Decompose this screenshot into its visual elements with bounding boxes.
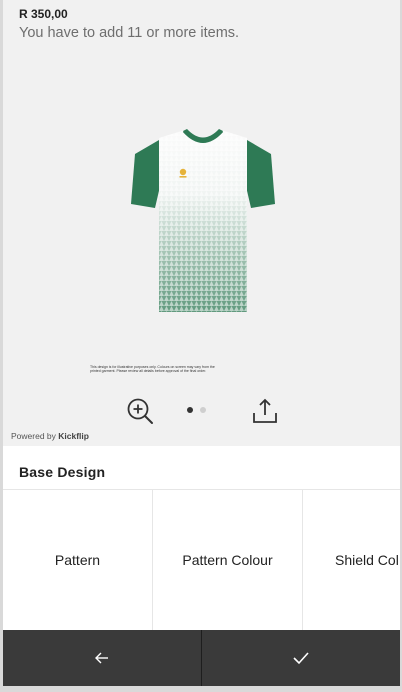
bottom-navigation xyxy=(3,630,400,686)
minimum-quantity-notice: You have to add 11 or more items. xyxy=(19,25,240,41)
section-header: Base Design xyxy=(3,446,400,490)
option-shield-colour[interactable]: Shield Col xyxy=(303,490,400,630)
design-options-list: Pattern Pattern Colour Shield Col xyxy=(3,490,400,630)
bottom-frame-border xyxy=(0,686,402,692)
option-pattern[interactable]: Pattern xyxy=(3,490,153,630)
carousel-indicator xyxy=(187,407,206,413)
option-pattern-colour[interactable]: Pattern Colour xyxy=(153,490,303,630)
jersey-image xyxy=(131,129,275,312)
option-label: Pattern Colour xyxy=(182,552,273,568)
carousel-dot-2[interactable] xyxy=(200,407,206,413)
back-button[interactable] xyxy=(3,630,202,686)
share-icon xyxy=(253,398,277,423)
check-icon xyxy=(293,652,309,665)
powered-brand[interactable]: Kickflip xyxy=(58,431,89,441)
share-button[interactable] xyxy=(250,396,280,426)
zoom-in-icon xyxy=(127,398,153,424)
disclaimer-text: This design is for illustrative purposes… xyxy=(90,365,215,373)
zoom-button[interactable] xyxy=(125,396,155,426)
carousel-dot-1[interactable] xyxy=(187,407,193,413)
powered-by-label: Powered by Kickflip xyxy=(11,431,89,441)
powered-prefix: Powered by xyxy=(11,431,59,441)
price-label: R 350,00 xyxy=(19,7,68,21)
option-label: Shield Col xyxy=(335,552,399,568)
confirm-button[interactable] xyxy=(202,630,400,686)
arrow-left-icon xyxy=(95,652,108,664)
product-preview: R 350,00 You have to add 11 or more item… xyxy=(3,0,400,446)
option-label: Pattern xyxy=(54,552,101,568)
section-title: Base Design xyxy=(19,464,106,480)
